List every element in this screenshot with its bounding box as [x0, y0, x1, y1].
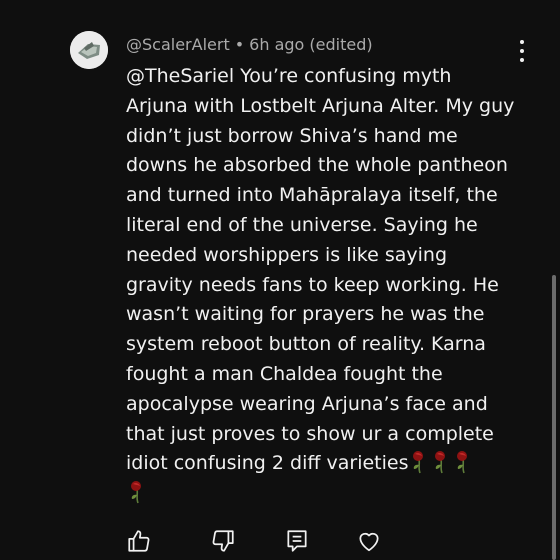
wilted-rose-emoji [453, 450, 474, 474]
comment-line: didn’t just borrow Shiva’s hand me [126, 124, 458, 147]
wilted-rose-emoji [409, 450, 430, 474]
wilted-rose-emoji [127, 480, 148, 504]
reply-icon[interactable] [284, 528, 310, 554]
meta-separator: • [234, 35, 245, 54]
comment-line: that just proves to show ur a complete [126, 422, 494, 445]
author-name[interactable]: @ScalerAlert [126, 35, 230, 54]
scrollbar[interactable] [552, 275, 556, 560]
avatar[interactable] [70, 31, 108, 69]
comment-meta: @ScalerAlert • 6h ago (edited) [126, 35, 373, 54]
comment-line: apocalypse wearing Arjuna’s face and [126, 392, 488, 415]
more-vert-icon[interactable] [512, 40, 532, 62]
comment-timestamp[interactable]: 6h ago (edited) [249, 35, 372, 54]
comment-line-last: idiot confusing 2 diff varieties [126, 449, 511, 479]
comment-line: system reboot button of reality. Karna [126, 333, 486, 356]
comment-line: and turned into Mahāpralaya itself, the [126, 184, 498, 207]
comment-line: needed worshippers is like saying [126, 243, 448, 266]
comment-line: fought a man Chaldea fought the [126, 362, 443, 385]
comment-line: wasn’t waiting for prayers he was the [126, 303, 485, 326]
comment-line: gravity needs fans to keep working. He [126, 273, 499, 296]
thumbs-up-icon[interactable] [126, 528, 152, 554]
thumbs-down-icon[interactable] [210, 528, 236, 554]
comment-line: literal end of the universe. Saying he [126, 213, 478, 236]
heart-icon[interactable] [356, 528, 382, 554]
comment-text: @TheSariel You’re confusing myth Arjuna … [126, 62, 515, 509]
comment-line: downs he absorbed the whole pantheon [126, 154, 508, 177]
comment-line: @TheSariel You’re confusing myth [126, 65, 452, 87]
comment-line-emoji [126, 479, 511, 509]
comment-actions [0, 528, 560, 558]
comment-line-text: idiot confusing 2 diff varieties [126, 452, 409, 475]
comment-line: Arjuna with Lostbelt Arjuna Alter. My gu… [126, 94, 515, 117]
wilted-rose-emoji [431, 450, 452, 474]
